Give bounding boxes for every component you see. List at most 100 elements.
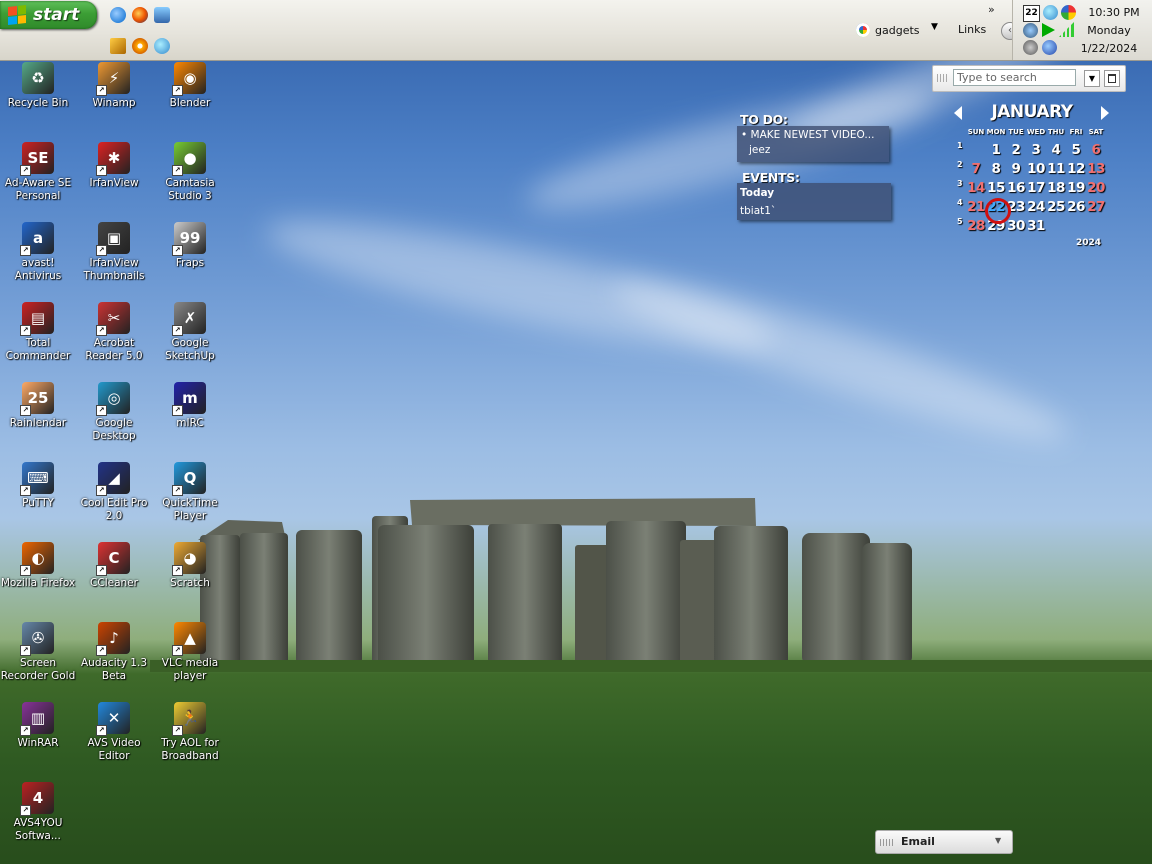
media-player-quicklaunch-icon[interactable] xyxy=(132,38,148,54)
calendar-weekday: MON xyxy=(986,128,1006,136)
desktop-icon[interactable]: 4 ↗ AVS4YOU Softwa... xyxy=(0,782,76,843)
google-tray-icon[interactable] xyxy=(1061,5,1076,20)
quicktime-quicklaunch-icon[interactable] xyxy=(154,38,170,54)
desktop-icon[interactable]: SE ↗ Ad-Aware SE Personal xyxy=(0,142,76,203)
desktop-icon[interactable]: ✱ ↗ IrfanView xyxy=(76,142,152,190)
calendar-prev-month-icon[interactable] xyxy=(954,106,962,120)
links-toolbar[interactable]: Links xyxy=(958,23,986,36)
calendar-day[interactable]: 9 xyxy=(1006,161,1026,177)
desktop-icon[interactable]: ✕ ↗ AVS Video Editor xyxy=(76,702,152,763)
maximize-button[interactable] xyxy=(1104,70,1120,87)
drag-grip-icon[interactable] xyxy=(880,839,894,846)
desktop-icon[interactable]: ◎ ↗ Google Desktop xyxy=(76,382,152,443)
calendar-day[interactable]: 12 xyxy=(1066,161,1086,177)
desktop-icon[interactable]: ◉ ↗ Blender xyxy=(152,62,228,110)
calendar-tray-icon[interactable]: 22 xyxy=(1023,5,1040,22)
calendar-day[interactable]: 28 xyxy=(966,218,986,234)
calendar-weekday: THU xyxy=(1047,128,1065,136)
desktop-icon[interactable]: ◐ ↗ Mozilla Firefox xyxy=(0,542,76,590)
calendar-day[interactable]: 7 xyxy=(966,161,986,177)
desktop-icon[interactable]: ⚡ ↗ Winamp xyxy=(76,62,152,110)
show-desktop-icon[interactable] xyxy=(154,7,170,23)
calendar-day[interactable]: 26 xyxy=(1066,199,1086,215)
desktop-icon[interactable]: ▥ ↗ WinRAR xyxy=(0,702,76,750)
calendar-day[interactable]: 20 xyxy=(1086,180,1106,196)
calendar-day[interactable]: 1 xyxy=(986,142,1006,158)
calendar-day[interactable]: 8 xyxy=(986,161,1006,177)
calendar-day[interactable]: 29 xyxy=(986,218,1006,234)
calendar-day[interactable]: 6 xyxy=(1086,142,1106,158)
todo-item[interactable]: jeez xyxy=(749,144,770,156)
calendar-day[interactable]: 30 xyxy=(1006,218,1026,234)
calendar-day[interactable]: 19 xyxy=(1066,180,1086,196)
internet-explorer-icon[interactable] xyxy=(110,7,126,23)
calendar-day[interactable]: 25 xyxy=(1046,199,1066,215)
network-tray-icon[interactable] xyxy=(1023,23,1038,38)
volume-tray-icon[interactable] xyxy=(1023,40,1038,55)
email-gadget[interactable]: Email ▼ xyxy=(875,830,1013,854)
calendar-day[interactable]: 13 xyxy=(1086,161,1106,177)
calendar-weekday: SAT xyxy=(1088,128,1104,136)
calendar-next-month-icon[interactable] xyxy=(1101,106,1109,120)
event-item[interactable]: tbiat1` xyxy=(740,205,776,217)
desktop-icon[interactable]: 🏃 ↗ Try AOL for Broadband xyxy=(152,702,228,763)
google-desktop-tray-icon[interactable] xyxy=(1043,5,1058,20)
shortcut-arrow-icon: ↗ xyxy=(20,325,31,336)
calendar-day[interactable]: 11 xyxy=(1046,161,1066,177)
calendar-day[interactable]: 5 xyxy=(1066,142,1086,158)
toolbar-overflow-chevron[interactable]: » xyxy=(988,3,995,16)
signal-strength-icon[interactable] xyxy=(1059,22,1074,37)
desktop-icon[interactable]: ◢ ↗ Cool Edit Pro 2.0 xyxy=(76,462,152,523)
calendar-day[interactable]: 22 xyxy=(986,199,1006,215)
calendar-day[interactable]: 27 xyxy=(1086,199,1106,215)
desktop-icon[interactable]: ✇ ↗ Screen Recorder Gold xyxy=(0,622,76,683)
desktop-icon[interactable]: ✗ ↗ Google SketchUp xyxy=(152,302,228,363)
desktop-icon[interactable]: C ↗ CCleaner xyxy=(76,542,152,590)
calendar-day[interactable]: 15 xyxy=(986,180,1006,196)
play-tray-icon[interactable] xyxy=(1042,23,1055,37)
calendar-day[interactable]: 4 xyxy=(1046,142,1066,158)
desktop-icon[interactable]: ▤ ↗ Total Commander xyxy=(0,302,76,363)
shortcut-arrow-icon: ↗ xyxy=(172,565,183,576)
todo-item[interactable]: • MAKE NEWEST VIDEO... xyxy=(741,129,874,141)
desktop-icon[interactable]: ⌨ ↗ PuTTY xyxy=(0,462,76,510)
gadgets-button[interactable]: gadgets xyxy=(856,22,920,38)
winamp-quicklaunch-icon[interactable] xyxy=(110,38,126,54)
calendar-day[interactable]: 14 xyxy=(966,180,986,196)
desktop-icon[interactable]: ♻ Recycle Bin xyxy=(0,62,76,110)
desktop-icon[interactable]: ● ↗ Camtasia Studio 3 xyxy=(152,142,228,203)
desktop-icon-label: Screen Recorder Gold xyxy=(0,657,76,682)
calendar-day[interactable]: 24 xyxy=(1026,199,1046,215)
calendar-day[interactable]: 17 xyxy=(1026,180,1046,196)
gadgets-label: gadgets xyxy=(875,23,920,37)
calendar-day[interactable]: 16 xyxy=(1006,180,1026,196)
firefox-quicklaunch-icon[interactable] xyxy=(132,7,148,23)
desktop-icon[interactable]: ✂ ↗ Acrobat Reader 5.0 xyxy=(76,302,152,363)
email-dropdown-arrow-icon[interactable]: ▼ xyxy=(995,836,1001,845)
gadgets-dropdown-arrow-icon[interactable]: ▼ xyxy=(931,22,938,32)
calendar-day[interactable]: 3 xyxy=(1026,142,1046,158)
desktop-icon[interactable]: ▲ ↗ VLC media player xyxy=(152,622,228,683)
desktop-icon[interactable]: 25 ↗ Rainlendar xyxy=(0,382,76,430)
start-button[interactable]: start xyxy=(0,1,97,29)
desktop-icon-label: IrfanView xyxy=(89,177,139,189)
desktop-icon[interactable]: ♪ ↗ Audacity 1.3 Beta xyxy=(76,622,152,683)
calendar-day[interactable]: 31 xyxy=(1026,218,1046,234)
calendar-day[interactable]: 18 xyxy=(1046,180,1066,196)
avast-tray-icon[interactable] xyxy=(1042,40,1057,55)
desktop-icon[interactable]: m ↗ mIRC xyxy=(152,382,228,430)
calendar-day[interactable]: 2 xyxy=(1006,142,1026,158)
search-input[interactable] xyxy=(953,69,1076,86)
search-options-button[interactable]: ▼ xyxy=(1084,70,1100,87)
desktop-icon[interactable]: 99 ↗ Fraps xyxy=(152,222,228,270)
desktop-icon[interactable]: ▣ ↗ IrfanView Thumbnails xyxy=(76,222,152,283)
desktop-icon[interactable]: Q ↗ QuickTime Player xyxy=(152,462,228,523)
shortcut-arrow-icon: ↗ xyxy=(172,325,183,336)
desktop-icon[interactable]: a ↗ avast! Antivirus xyxy=(0,222,76,283)
drag-grip-icon[interactable] xyxy=(937,74,947,82)
calendar-day[interactable]: 10 xyxy=(1026,161,1046,177)
calendar-day[interactable]: 23 xyxy=(1006,199,1026,215)
desktop-icon[interactable]: ◕ ↗ Scratch xyxy=(152,542,228,590)
clock-time[interactable]: 10:30 PM xyxy=(1080,6,1148,19)
calendar-day[interactable]: 21 xyxy=(966,199,986,215)
